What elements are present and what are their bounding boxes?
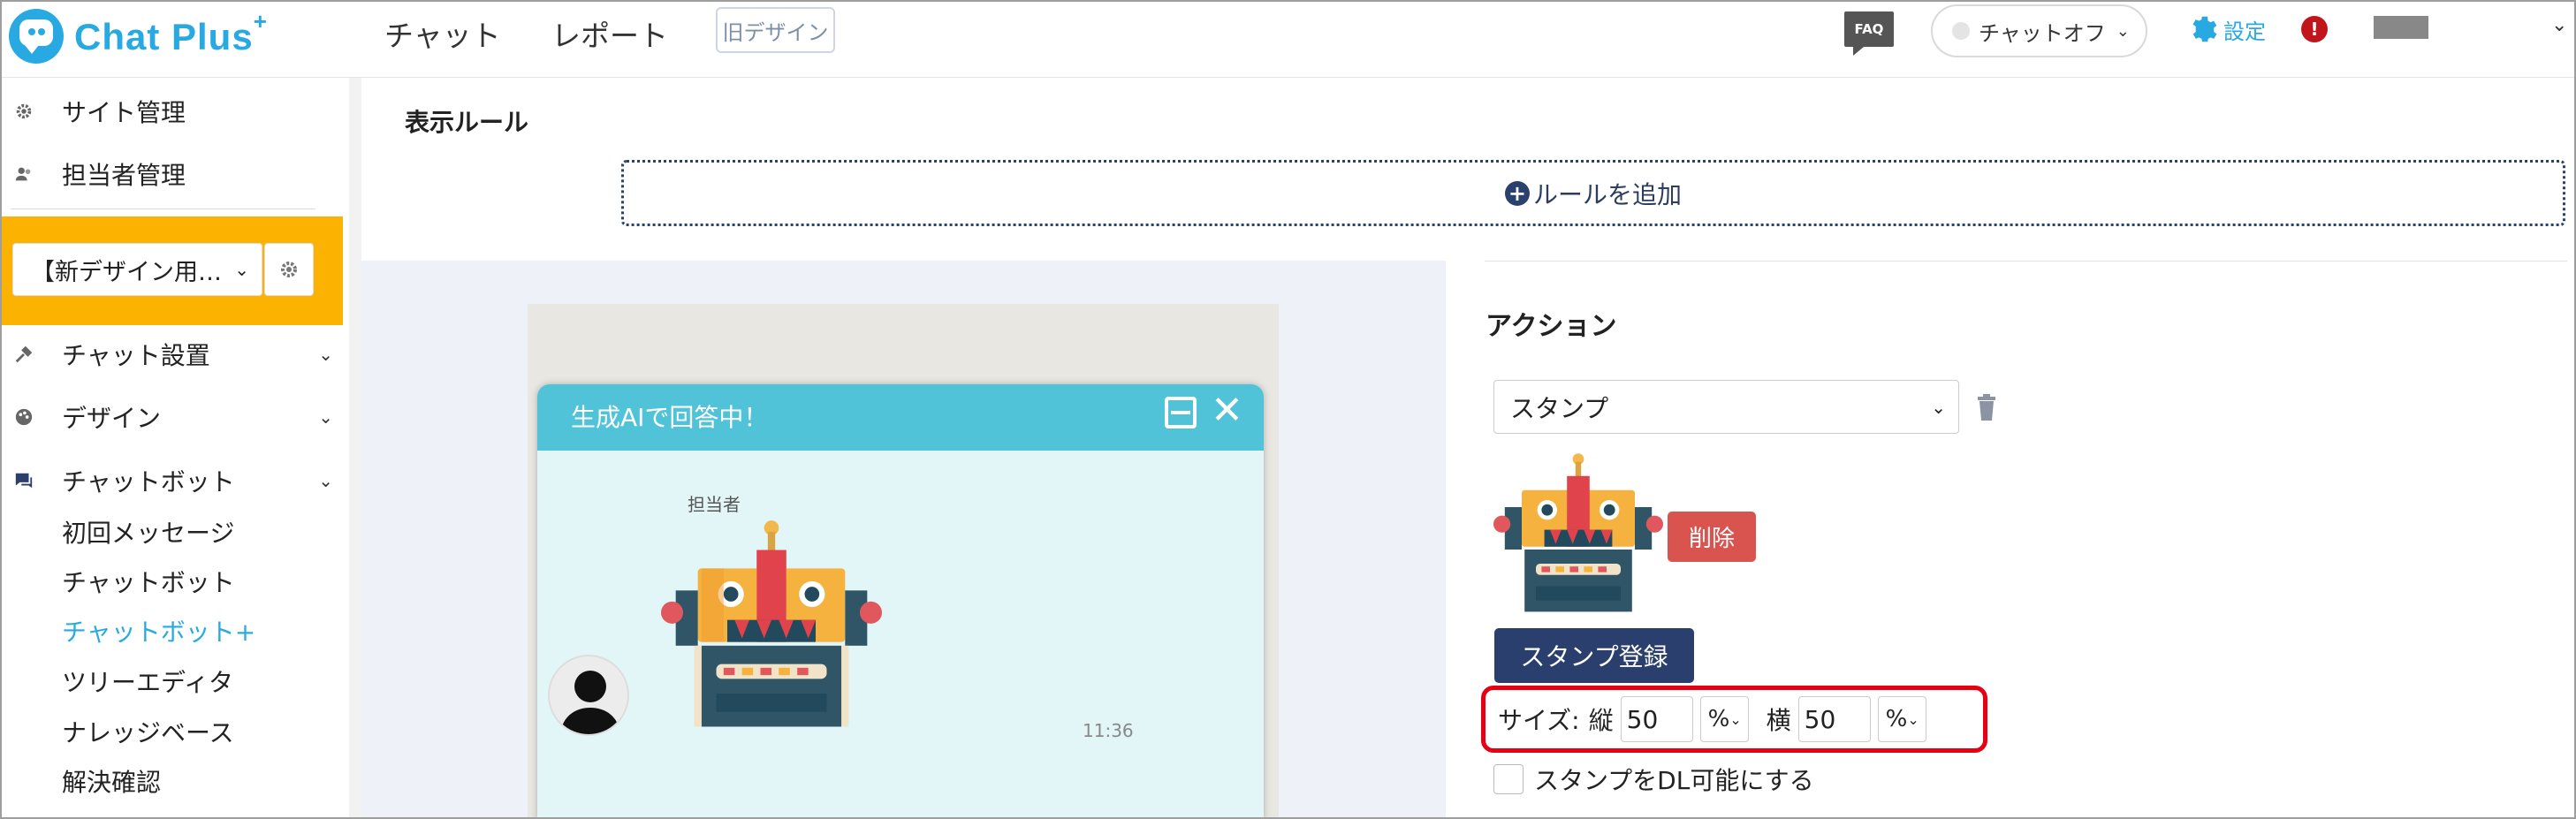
chevron-down-icon[interactable]: ⌄ xyxy=(2551,14,2567,36)
delete-stamp-button[interactable]: 削除 xyxy=(1668,512,1756,562)
status-dot-icon xyxy=(1952,22,1970,40)
site-select-dropdown[interactable]: 【新デザイン用… ⌄ xyxy=(12,243,262,296)
width-unit-value: % xyxy=(1885,706,1908,732)
message-timestamp: 11:36 xyxy=(1083,720,1134,741)
width-unit-select[interactable]: % ⌄ xyxy=(1877,696,1926,742)
section-title: 表示ルール xyxy=(405,108,529,137)
sidebar-item-chatbot[interactable]: チャットボット ⌄ xyxy=(0,463,349,498)
chat-icon xyxy=(11,471,37,490)
gear-icon xyxy=(11,102,37,121)
logo-text: Chat Plus+ xyxy=(74,7,268,57)
user-silhouette-icon xyxy=(560,671,620,734)
user-name-redacted[interactable] xyxy=(2374,16,2428,39)
chevron-down-icon: ⌄ xyxy=(2116,21,2130,41)
palette-icon xyxy=(11,407,37,427)
sidebar-item-label: チャット設置 xyxy=(62,341,210,370)
chat-window-preview: 生成AIで回答中！ ✕ 担当者 11:36 xyxy=(537,384,1264,819)
tools-icon xyxy=(11,345,37,364)
height-label: 縦 xyxy=(1588,706,1614,735)
sidebar-subitem-chatbot[interactable]: チャットボット xyxy=(62,564,235,599)
download-checkbox-row[interactable]: スタンプをDL可能にする xyxy=(1493,762,1814,797)
sidebar-subitem-resolution-check[interactable]: 解決確認 xyxy=(62,763,161,799)
chevron-down-icon: ⌄ xyxy=(1907,710,1919,728)
sidebar-subitem-knowledge-base[interactable]: ナレッジベース xyxy=(62,714,234,749)
users-icon xyxy=(11,164,37,184)
settings-label: 設定 xyxy=(2223,19,2266,44)
alert-icon[interactable]: ! xyxy=(2301,16,2328,42)
app-header: Chat Plus+ チャット レポート 旧デザイン FAQ チャットオフ ⌄ … xyxy=(0,0,2576,78)
sidebar-item-label: デザイン xyxy=(62,404,162,433)
old-design-button[interactable]: 旧デザイン xyxy=(716,7,835,53)
action-type-select[interactable]: スタンプ ⌄ xyxy=(1493,380,1959,434)
settings-link[interactable]: 設定 xyxy=(2185,12,2266,46)
sidebar-subitem-tree-editor[interactable]: ツリーエディタ xyxy=(62,664,233,699)
sidebar-item-chat-install[interactable]: チャット設置 ⌄ xyxy=(0,337,349,372)
height-input[interactable]: 50 xyxy=(1620,696,1693,742)
gear-icon xyxy=(281,262,297,277)
gear-icon xyxy=(2192,16,2217,42)
sidebar-item-staff-management[interactable]: 担当者管理 xyxy=(0,156,349,192)
chat-window-header: 生成AIで回答中！ ✕ xyxy=(537,384,1264,451)
width-input[interactable]: 50 xyxy=(1797,696,1871,742)
sidebar-subitem-chatbot-plus[interactable]: チャットボット+ xyxy=(62,613,255,648)
chat-bubble-icon xyxy=(9,9,64,64)
sidebar-item-label: 担当者管理 xyxy=(62,161,186,190)
height-unit-value: % xyxy=(1707,706,1730,732)
chat-status-label: チャットオフ xyxy=(1979,20,2106,46)
sidebar-item-design[interactable]: デザイン ⌄ xyxy=(0,399,349,435)
minimize-icon[interactable] xyxy=(1165,397,1197,428)
size-label: サイズ: xyxy=(1498,706,1580,735)
avatar xyxy=(548,655,629,736)
chat-status-dropdown[interactable]: チャットオフ ⌄ xyxy=(1931,4,2147,57)
download-checkbox[interactable] xyxy=(1493,764,1524,794)
add-rule-button[interactable]: + ルールを追加 xyxy=(621,160,2565,226)
download-checkbox-label: スタンプをDL可能にする xyxy=(1534,766,1814,795)
site-select-value: 【新デザイン用… xyxy=(31,258,222,286)
close-icon[interactable]: ✕ xyxy=(1211,391,1243,430)
height-unit-select[interactable]: % ⌄ xyxy=(1699,696,1749,742)
width-label: 横 xyxy=(1766,706,1791,735)
divider xyxy=(1485,261,2567,262)
robot-stamp-icon xyxy=(661,520,882,727)
action-title: アクション xyxy=(1486,311,1617,342)
action-type-value: スタンプ xyxy=(1510,393,1609,423)
agent-name: 担当者 xyxy=(688,494,741,515)
chevron-down-icon: ⌄ xyxy=(318,344,333,365)
chat-window-title: 生成AIで回答中！ xyxy=(571,403,769,432)
faq-icon[interactable]: FAQ xyxy=(1844,11,1894,56)
sidebar-subitem-first-message[interactable]: 初回メッセージ xyxy=(62,514,234,550)
robot-stamp-icon xyxy=(1493,453,1663,612)
nav-chat[interactable]: チャット xyxy=(384,12,501,55)
chevron-down-icon: ⌄ xyxy=(318,470,333,491)
add-rule-label: ルールを追加 xyxy=(1532,179,1682,209)
sidebar-scrollbar[interactable] xyxy=(349,78,361,819)
chatplus-logo[interactable]: Chat Plus+ xyxy=(9,5,268,67)
nav-report[interactable]: レポート xyxy=(551,12,668,55)
chevron-down-icon: ⌄ xyxy=(234,259,249,280)
chevron-down-icon: ⌄ xyxy=(1931,396,1946,418)
sidebar-item-site-management[interactable]: サイト管理 xyxy=(0,94,349,129)
chevron-down-icon: ⌄ xyxy=(318,406,333,428)
site-settings-button[interactable] xyxy=(264,243,314,296)
plus-circle-icon: + xyxy=(1504,180,1530,206)
trash-icon[interactable] xyxy=(1976,394,1997,421)
sidebar-item-label: サイト管理 xyxy=(62,98,186,127)
stamp-size-controls: サイズ: 縦 50 % ⌄ 横 50 % ⌄ xyxy=(1481,686,1987,753)
register-stamp-button[interactable]: スタンプ登録 xyxy=(1494,628,1694,683)
sidebar-item-label: チャットボット xyxy=(62,467,235,497)
chevron-down-icon: ⌄ xyxy=(1729,710,1742,728)
site-select-panel: 【新デザイン用… ⌄ xyxy=(0,216,343,325)
